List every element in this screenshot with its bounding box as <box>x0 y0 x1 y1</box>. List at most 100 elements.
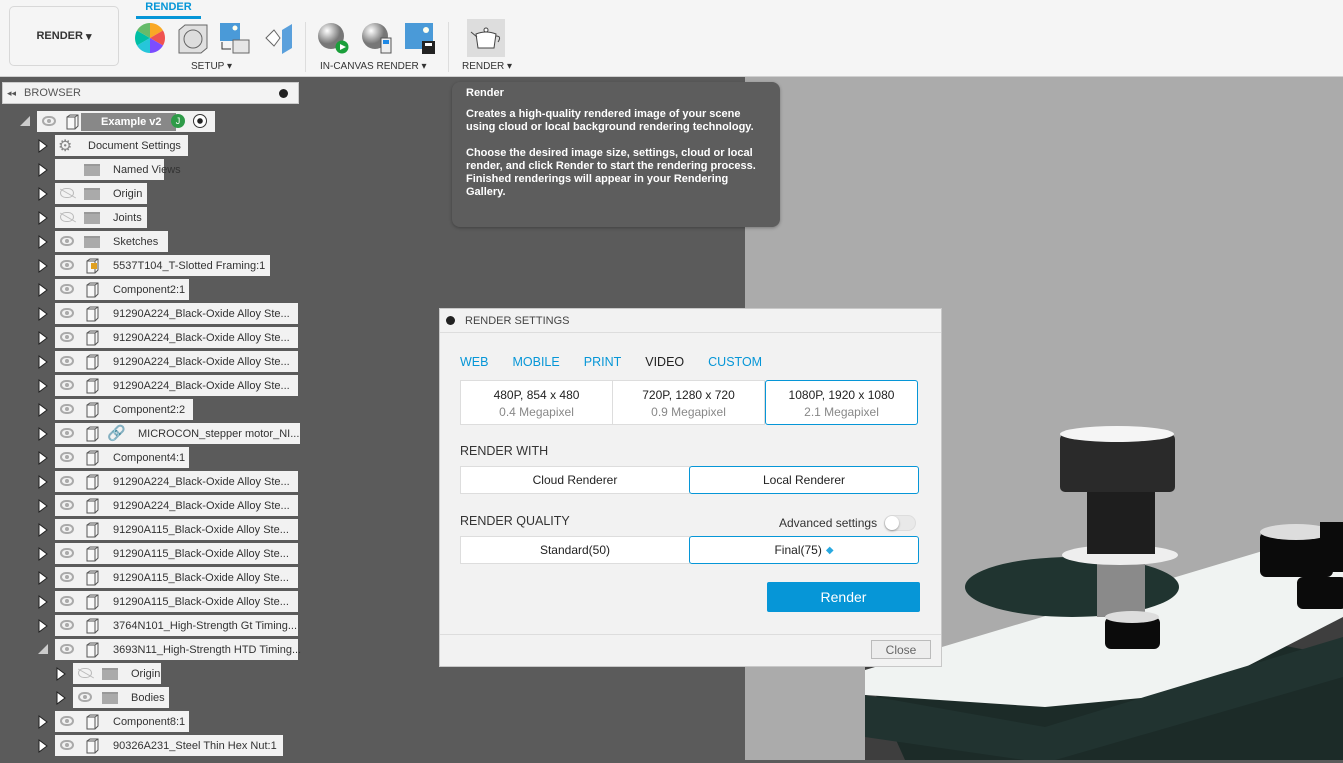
browser-row-content[interactable]: Origin <box>73 663 161 684</box>
browser-row-content[interactable]: Joints <box>55 207 147 228</box>
final-quality-option[interactable]: Final(75) ◆ <box>689 536 919 564</box>
browser-row[interactable]: Joints <box>0 207 300 228</box>
expand-arrow-icon[interactable] <box>37 571 51 585</box>
browser-row-content[interactable]: 91290A224_Black-Oxide Alloy Ste... <box>55 471 298 492</box>
browser-row[interactable]: 91290A224_Black-Oxide Alloy Ste... <box>0 351 300 372</box>
expand-arrow-icon[interactable] <box>37 235 51 249</box>
browser-row[interactable]: ⚙ Document Settings <box>0 135 300 156</box>
expand-arrow-icon[interactable] <box>37 499 51 513</box>
browser-row[interactable]: 91290A224_Black-Oxide Alloy Ste... <box>0 471 300 492</box>
browser-row[interactable]: 🔗 MICROCON_stepper motor_NI... <box>0 423 300 444</box>
close-button[interactable]: Close <box>871 640 931 659</box>
expand-arrow-icon[interactable] <box>37 331 51 345</box>
in-canvas-render-group-label[interactable]: IN-CANVAS RENDER ▾ <box>320 61 427 72</box>
browser-row-content[interactable]: 3693N11_High-Strength HTD Timing... <box>55 639 301 660</box>
texture-map-icon[interactable] <box>264 22 296 54</box>
browser-row-content[interactable]: ⚙ Document Settings <box>55 135 188 156</box>
expand-arrow-icon[interactable] <box>37 547 51 561</box>
local-renderer-option[interactable]: Local Renderer <box>689 466 919 494</box>
in-canvas-render-settings-icon[interactable] <box>361 22 393 54</box>
expand-arrow-icon[interactable] <box>37 619 51 633</box>
browser-row-content[interactable]: 91290A115_Black-Oxide Alloy Ste... <box>55 567 298 588</box>
eye-icon[interactable] <box>60 620 74 630</box>
eye-icon[interactable] <box>60 428 74 438</box>
browser-row[interactable]: Component4:1 <box>0 447 300 468</box>
advanced-settings-toggle[interactable] <box>884 515 916 531</box>
expand-arrow-icon[interactable] <box>55 691 69 705</box>
browser-row-content[interactable]: 91290A115_Black-Oxide Alloy Ste... <box>55 591 298 612</box>
eye-icon[interactable] <box>60 500 74 510</box>
render-button[interactable]: Render <box>767 582 920 612</box>
cloud-renderer-option[interactable]: Cloud Renderer <box>460 466 690 494</box>
browser-row[interactable]: Origin <box>0 183 300 204</box>
expand-arrow-icon[interactable] <box>37 163 51 177</box>
browser-row-content[interactable]: 90326A231_Steel Thin Hex Nut:1 <box>55 735 283 756</box>
browser-row[interactable]: 91290A115_Black-Oxide Alloy Ste... <box>0 591 300 612</box>
eye-icon[interactable] <box>60 644 74 654</box>
browser-row[interactable]: 91290A115_Black-Oxide Alloy Ste... <box>0 543 300 564</box>
eye-hidden-icon[interactable] <box>77 668 95 679</box>
expand-arrow-icon[interactable] <box>37 139 51 153</box>
expand-arrow-icon[interactable] <box>37 379 51 393</box>
eye-icon[interactable] <box>60 380 74 390</box>
browser-row[interactable]: Origin <box>0 663 300 684</box>
eye-hidden-icon[interactable] <box>59 188 77 199</box>
eye-icon[interactable] <box>60 524 74 534</box>
eye-icon[interactable] <box>60 476 74 486</box>
browser-row-content[interactable]: Named Views <box>55 159 181 180</box>
collapse-panel-icon[interactable]: ◂◂ <box>7 88 16 99</box>
tab-print[interactable]: PRINT <box>584 355 622 369</box>
browser-row-content[interactable]: Sketches <box>55 231 168 252</box>
browser-row-content[interactable]: 91290A224_Black-Oxide Alloy Ste... <box>55 351 298 372</box>
browser-row-content[interactable]: 91290A115_Black-Oxide Alloy Ste... <box>55 543 298 564</box>
expand-arrow-icon[interactable] <box>37 403 51 417</box>
browser-row[interactable]: 3693N11_High-Strength HTD Timing... <box>0 639 301 660</box>
tab-video[interactable]: VIDEO <box>645 355 684 369</box>
expand-arrow-icon[interactable] <box>37 355 51 369</box>
eye-icon[interactable] <box>60 332 74 342</box>
browser-row-content[interactable]: 91290A224_Black-Oxide Alloy Ste... <box>55 495 298 516</box>
expand-arrow-icon[interactable] <box>37 211 51 225</box>
browser-row-content[interactable]: Origin <box>55 183 147 204</box>
decal-icon[interactable] <box>219 22 251 54</box>
tab-custom[interactable]: CUSTOM <box>708 355 762 369</box>
render-group-label[interactable]: RENDER ▾ <box>462 61 512 72</box>
tab-mobile[interactable]: MOBILE <box>512 355 559 369</box>
browser-row-content[interactable]: Component2:2 <box>55 399 193 420</box>
eye-icon[interactable] <box>60 596 74 606</box>
eye-icon[interactable] <box>60 356 74 366</box>
eye-icon[interactable] <box>60 236 74 246</box>
browser-row[interactable]: 91290A224_Black-Oxide Alloy Ste... <box>0 327 300 348</box>
scene-settings-icon[interactable] <box>134 22 166 54</box>
browser-row-content[interactable]: 91290A224_Black-Oxide Alloy Ste... <box>55 375 298 396</box>
eye-icon[interactable] <box>42 116 56 126</box>
expand-arrow-icon[interactable] <box>37 475 51 489</box>
collapse-arrow-icon[interactable] <box>37 643 51 657</box>
capture-image-icon[interactable] <box>404 22 436 54</box>
minimize-icon[interactable] <box>279 88 288 98</box>
resolution-option-480p[interactable]: 480P, 854 x 480 0.4 Megapixel <box>460 380 613 425</box>
activate-radio-icon[interactable] <box>193 114 207 128</box>
browser-row-content[interactable]: Example v2 J <box>37 111 215 132</box>
browser-row-content[interactable]: 91290A224_Black-Oxide Alloy Ste... <box>55 327 298 348</box>
standard-quality-option[interactable]: Standard(50) <box>460 536 690 564</box>
eye-icon[interactable] <box>78 692 92 702</box>
browser-row-content[interactable]: 🔗 MICROCON_stepper motor_NI... <box>55 423 300 444</box>
browser-row[interactable]: 5537T104_T-Slotted Framing:1 <box>0 255 300 276</box>
eye-icon[interactable] <box>60 572 74 582</box>
eye-icon[interactable] <box>60 452 74 462</box>
browser-row[interactable]: Sketches <box>0 231 300 252</box>
expand-arrow-icon[interactable] <box>37 451 51 465</box>
browser-row[interactable]: Component8:1 <box>0 711 300 732</box>
start-in-canvas-render-icon[interactable] <box>317 22 349 54</box>
browser-row-content[interactable]: Component4:1 <box>55 447 189 468</box>
browser-row-content[interactable]: 91290A224_Black-Oxide Alloy Ste... <box>55 303 298 324</box>
browser-row-content[interactable]: 3764N101_High-Strength Gt Timing... <box>55 615 298 636</box>
environment-icon[interactable] <box>177 22 209 54</box>
expand-arrow-icon[interactable] <box>37 523 51 537</box>
expand-arrow-icon[interactable] <box>37 739 51 753</box>
browser-row[interactable]: 91290A224_Black-Oxide Alloy Ste... <box>0 375 300 396</box>
eye-hidden-icon[interactable] <box>59 212 77 223</box>
browser-row[interactable]: Example v2 J <box>0 111 300 132</box>
browser-row[interactable]: 91290A115_Black-Oxide Alloy Ste... <box>0 519 300 540</box>
